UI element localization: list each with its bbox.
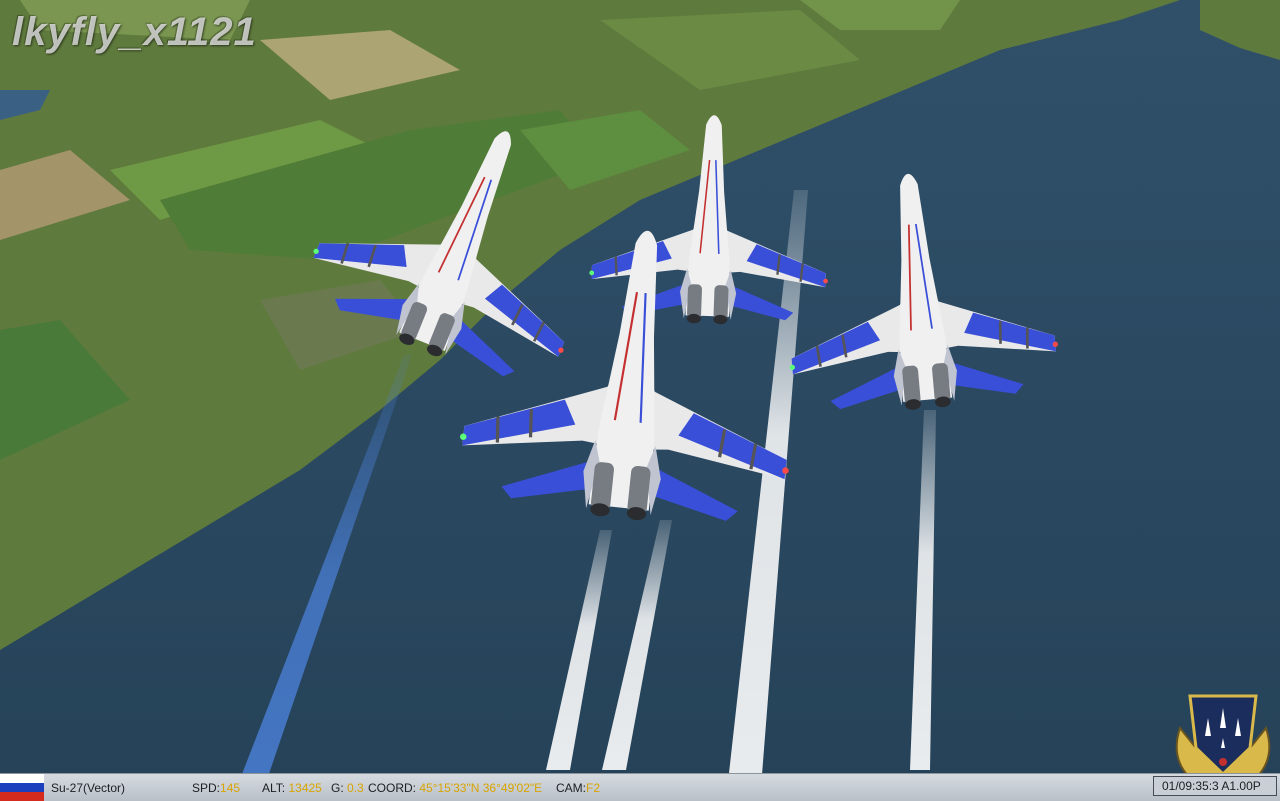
sim-time-box: 01/09:35:3 A1.00P: [1153, 776, 1277, 796]
aircraft-name: Su-27(Vector): [51, 781, 126, 795]
game-viewport[interactable]: [0, 0, 1280, 800]
flight-scene: [0, 0, 1280, 800]
watermark: lkyfly_x1121: [12, 10, 257, 54]
coordinate-readout: COORD: 45°15'33"N 36°49'02"E: [368, 781, 543, 795]
speed-readout: SPD:145: [192, 781, 241, 795]
altitude-readout: ALT: 13425: [262, 781, 322, 795]
russian-flag-icon: [0, 774, 44, 801]
status-bar: Su-27(Vector) SPD:145 ALT: 13425 G: 0.3 …: [0, 773, 1280, 801]
g-force-readout: G: 0.3: [331, 781, 364, 795]
camera-readout: CAM:F2: [556, 781, 601, 795]
